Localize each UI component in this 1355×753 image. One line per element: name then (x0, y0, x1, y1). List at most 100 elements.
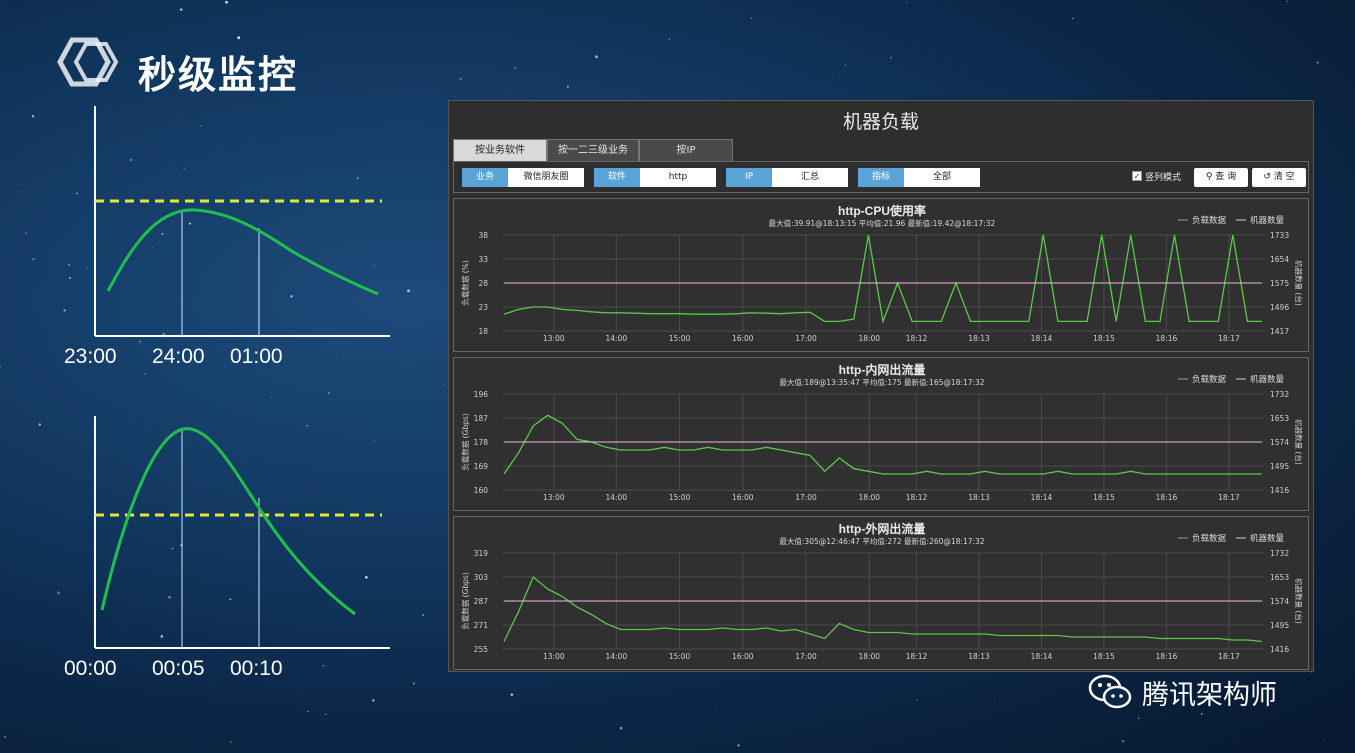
time-label: 24:00 (152, 345, 205, 368)
x-tick-label: 18:15 (1093, 334, 1115, 343)
star (228, 27, 229, 29)
y2-tick-label: 1732 (1270, 549, 1289, 558)
x-tick-label: 16:00 (732, 493, 754, 502)
y2-tick-label: 1495 (1270, 462, 1289, 471)
parallel-mode-checkbox[interactable]: ✓ (1132, 171, 1142, 181)
y2-tick-label: 1416 (1270, 486, 1289, 495)
star (327, 392, 330, 394)
star (581, 692, 583, 694)
y-tick-label: 33 (478, 255, 488, 264)
x-tick-label: 18:00 (858, 334, 880, 343)
filter-bar: 业务 微信朋友圈 软件 http IP 汇总 指标 全部 ✓ 竖列模式 ⚲ 查 … (453, 161, 1309, 193)
wechat-icon (1088, 674, 1132, 709)
legend-label-load: 负载数据 (1192, 215, 1227, 226)
x-tick-label: 15:00 (669, 334, 691, 343)
illustration-curve-top (94, 106, 390, 337)
y2-axis-title: 机器数量 (台) (1294, 260, 1304, 306)
star (750, 17, 753, 19)
series-line-load (503, 575, 1263, 643)
dashboard-title: 机器负载 (842, 111, 919, 133)
search-icon: ⚲ (1205, 172, 1213, 182)
legend-label-machines: 机器数量 (1250, 215, 1285, 226)
business-select[interactable]: 微信朋友圈 (508, 168, 584, 187)
y-tick-label: 38 (478, 231, 488, 240)
filter-business[interactable]: 业务 微信朋友圈 (462, 168, 584, 187)
x-tick-label: 16:00 (732, 334, 754, 343)
tab-by-ip[interactable]: 按IP (639, 139, 733, 161)
time-label: 00:10 (230, 657, 283, 680)
star (237, 36, 241, 40)
y2-tick-label: 1574 (1270, 438, 1289, 447)
metric-select[interactable]: 全部 (904, 168, 980, 187)
star (993, 701, 995, 702)
star (225, 0, 228, 4)
software-select[interactable]: http (640, 168, 716, 187)
x-tick-label: 18:12 (906, 652, 928, 661)
legend-label-load: 负载数据 (1192, 374, 1227, 385)
star (839, 74, 840, 76)
chart-svg: http-CPU使用率最大值:39.91@18:13:15 平均值:21.96 … (460, 203, 1304, 343)
filter-ip[interactable]: IP 汇总 (726, 168, 848, 187)
y2-axis-title: 机器数量 (台) (1294, 578, 1304, 624)
star (737, 744, 740, 747)
x-tick-label: 15:00 (669, 493, 691, 502)
y-tick-label: 271 (474, 621, 489, 630)
star (412, 682, 415, 685)
illustration-curve-bottom (94, 416, 390, 649)
legend-label-machines: 机器数量 (1250, 533, 1285, 544)
y2-tick-label: 1496 (1270, 303, 1289, 312)
chart-external-outbound: http-外网出流量 最大值:305@12:46:47 平均值:272 最新值:2… (453, 516, 1309, 670)
star (407, 289, 410, 293)
star (180, 8, 183, 11)
clear-button[interactable]: ↺ 清 空 (1252, 168, 1306, 187)
tab-by-business-level[interactable]: 按一二三级业务 (547, 139, 639, 161)
y2-tick-label: 1574 (1270, 597, 1289, 606)
tab-by-software[interactable]: 按业务软件 (453, 139, 547, 161)
star (1137, 717, 1140, 720)
x-tick-label: 17:00 (795, 493, 817, 502)
star (396, 92, 398, 94)
y-tick-label: 319 (474, 549, 489, 558)
y-tick-label: 178 (474, 438, 489, 447)
series-line-load (503, 234, 1262, 324)
ip-select[interactable]: 汇总 (772, 168, 848, 187)
filter-software[interactable]: 软件 http (594, 168, 716, 187)
filter-metric[interactable]: 指标 全部 (858, 168, 980, 187)
star (325, 713, 327, 715)
x-tick-label: 13:00 (543, 652, 565, 661)
chart-title: http-CPU使用率 (838, 203, 926, 218)
x-tick-label: 18:13 (968, 493, 990, 502)
star (443, 383, 445, 385)
y-tick-label: 303 (474, 573, 489, 582)
query-button[interactable]: ⚲ 查 询 (1194, 168, 1248, 187)
star (372, 699, 375, 702)
y2-tick-label: 1495 (1270, 621, 1289, 630)
star (1286, 0, 1288, 3)
x-tick-label: 18:17 (1218, 493, 1240, 502)
y2-tick-label: 1416 (1270, 645, 1289, 654)
y-tick-label: 160 (474, 486, 489, 495)
star (1323, 740, 1325, 742)
clear-button-label: 清 空 (1273, 172, 1295, 182)
x-tick-label: 18:15 (1093, 493, 1115, 502)
watermark-text: 腾讯架构师 (1142, 679, 1277, 711)
y2-tick-label: 1732 (1270, 390, 1289, 399)
star (335, 363, 337, 365)
x-tick-label: 17:00 (795, 334, 817, 343)
star (1121, 740, 1125, 743)
y-tick-label: 287 (474, 597, 489, 606)
x-tick-label: 18:15 (1093, 652, 1115, 661)
y2-tick-label: 1417 (1270, 327, 1289, 336)
legend-label-load: 负载数据 (1192, 533, 1227, 544)
star (595, 55, 599, 59)
x-tick-label: 14:00 (605, 652, 627, 661)
star (230, 741, 232, 744)
star (270, 396, 272, 399)
star (916, 699, 918, 701)
time-label: 23:00 (64, 345, 117, 368)
y-tick-label: 255 (474, 645, 489, 654)
y2-tick-label: 1653 (1270, 573, 1289, 582)
star (398, 751, 400, 753)
y2-tick-label: 1575 (1270, 279, 1289, 288)
y-tick-label: 23 (478, 303, 488, 312)
